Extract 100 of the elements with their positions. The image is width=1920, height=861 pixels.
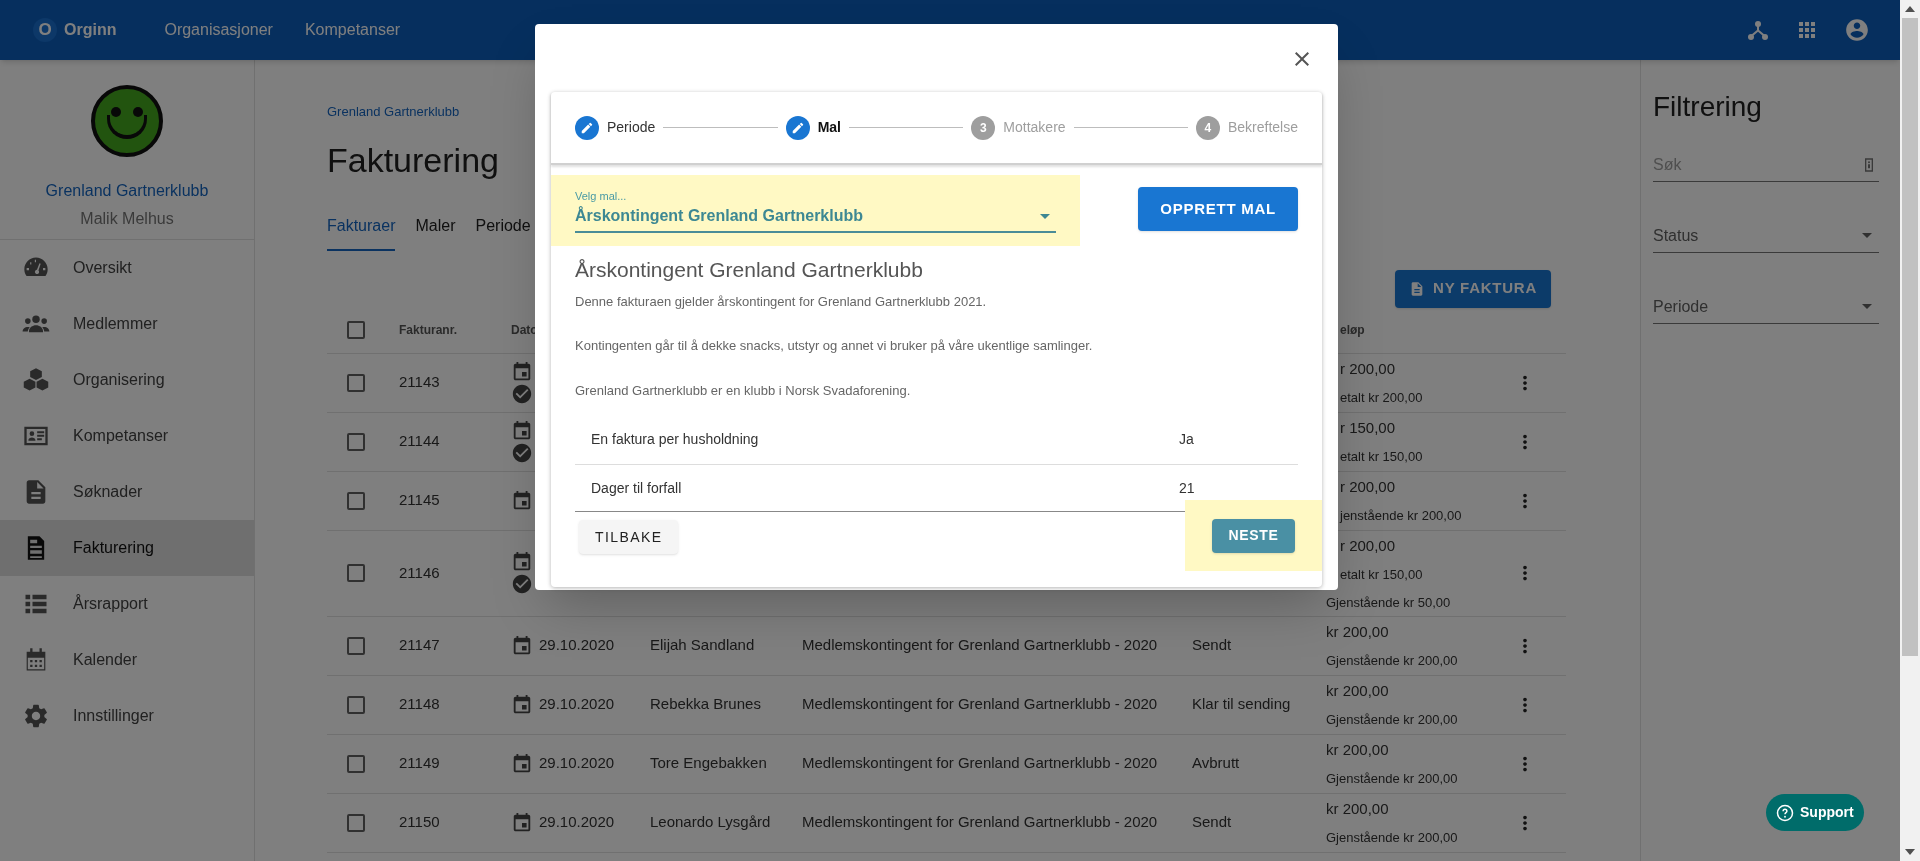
step-number: 3	[971, 115, 996, 140]
table-cell-text: Medlemskontingent for Grenland Gartnerklubb - 2020	[801, 635, 1158, 656]
invoice-number: 21148	[398, 694, 440, 715]
nav-link[interactable]: Organisasjoner	[164, 18, 273, 42]
date-text: 29.10.2020	[539, 635, 615, 656]
checkbox[interactable]	[347, 491, 365, 510]
help-icon	[1776, 803, 1794, 822]
stepper-step[interactable]: 3 Mottakere	[971, 115, 1066, 140]
status-text: Klar til sending	[1191, 694, 1291, 715]
checkbox[interactable]	[347, 813, 365, 832]
table-cell-text: Medlemskontingent for Grenland Gartnerklubb - 2020	[801, 812, 1158, 833]
new-invoice-button[interactable]: NY FAKTURA	[1395, 269, 1551, 308]
date-text: 29.10.2020	[539, 812, 615, 833]
nav-link[interactable]: Kompetanser	[304, 18, 401, 42]
support-button[interactable]: Support	[1766, 794, 1864, 831]
amount-text: jenstående kr 200,00	[1338, 507, 1462, 525]
invoice-number: 21143	[398, 372, 440, 393]
pencil-icon	[575, 115, 599, 140]
status-text: Avbrutt	[1191, 753, 1240, 774]
scrollbar-thumb[interactable]	[1902, 18, 1918, 656]
amount-text: kr 200,00	[1325, 680, 1389, 701]
sidebar-item[interactable]: Innstillinger	[0, 688, 254, 744]
network-icon[interactable]	[1746, 18, 1770, 42]
settings-icon	[22, 702, 50, 730]
sidebar-item[interactable]: Oversikt	[0, 240, 254, 296]
table-cell-text: Medlemskontingent for Grenland Gartnerklubb - 2020	[801, 694, 1158, 715]
dropdown-arrow-icon	[1040, 213, 1050, 219]
stepper-step[interactable]: Mal	[785, 115, 841, 140]
sidebar-item[interactable]: Fakturering	[0, 520, 254, 576]
calendar-icon	[511, 360, 533, 383]
scroll-up-icon[interactable]	[1905, 4, 1915, 14]
table-cell-text: Leonardo Lysgård	[649, 812, 771, 833]
invoice-number: 21144	[398, 431, 440, 452]
invoice-number: 21147	[398, 635, 440, 656]
template-heading: Årskontingent Grenland Gartnerklubb	[575, 257, 924, 283]
select-field[interactable]: Status	[1653, 219, 1879, 253]
sidebar-item[interactable]: Kompetanser	[0, 408, 254, 464]
amount-text: Gjenstående kr 50,00	[1325, 593, 1451, 612]
tab[interactable]: Fakturaer	[327, 213, 396, 251]
checkbox[interactable]	[347, 432, 365, 451]
amount-text: Gjenstående kr 200,00	[1325, 829, 1458, 847]
status-text: Sendt	[1191, 635, 1232, 656]
amount-text: kr 200,00	[1325, 739, 1389, 760]
description-text: Grenland Gartnerklubb er en klubb i Norsk Svadaforening.	[575, 381, 912, 400]
scroll-down-icon[interactable]	[1905, 847, 1915, 857]
column-header: eløp	[1339, 322, 1365, 339]
amount-text: Gjenstående kr 200,00	[1325, 770, 1458, 788]
calendar-icon	[511, 811, 533, 834]
dropdown-arrow-icon	[1862, 304, 1872, 309]
select-field[interactable]: Periode	[1653, 290, 1879, 324]
description-text: Denne fakturaen gjelder årskontingent for Grenland Gartnerklubb 2021.	[575, 292, 988, 311]
org-name[interactable]: Grenland Gartnerklubb	[0, 179, 254, 203]
amount-text: etalt kr 150,00	[1339, 566, 1423, 584]
stepper-step[interactable]: 4 Bekreftelse	[1195, 115, 1298, 140]
sidebar-item[interactable]: Årsrapport	[0, 576, 254, 632]
description-text: Kontingenten går til å dekke snacks, utstyr og annet vi bruker på våre ukentlige samlinger.	[575, 337, 1094, 355]
status-text: Sendt	[1191, 812, 1232, 833]
breadcrumb-link[interactable]: Grenland Gartnerklubb	[327, 102, 460, 122]
amount-text: kr 200,00	[1325, 621, 1389, 642]
calendar-icon	[511, 419, 533, 442]
sidebar-item[interactable]: Søknader	[0, 464, 254, 520]
checkbox[interactable]	[347, 321, 365, 339]
sidebar-item[interactable]: Organisering	[0, 352, 254, 408]
account-icon[interactable]	[1844, 17, 1870, 43]
next-button[interactable]: NESTE	[1212, 518, 1295, 553]
amount-text: r 200,00	[1339, 358, 1396, 379]
calendar-icon	[511, 489, 533, 512]
calendar-icon	[511, 752, 533, 775]
sidebar-item[interactable]: Medlemmer	[0, 296, 254, 352]
invoice-number: 21146	[398, 563, 440, 583]
table-cell-text: Elijah Sandland	[649, 635, 755, 656]
back-button[interactable]: TILBAKE	[579, 520, 679, 554]
table-cell-text: Rebekka Brunes	[649, 694, 761, 715]
amount-text: r 200,00	[1339, 535, 1396, 556]
checkbox[interactable]	[347, 564, 365, 583]
checkbox[interactable]	[347, 754, 365, 773]
amount-text: r 150,00	[1339, 417, 1396, 438]
calendar-icon	[511, 693, 533, 716]
invoice-number: 21150	[398, 812, 440, 833]
pencil-icon	[785, 115, 810, 140]
invoice-number: 21145	[398, 490, 440, 511]
amount-text: Gjenstående kr 200,00	[1325, 652, 1458, 670]
column-header: Fakturanr.	[398, 322, 459, 339]
invoice-number: 21149	[398, 753, 440, 774]
brand-name: Orginn	[64, 20, 117, 40]
dropdown-arrow-icon	[1862, 233, 1872, 238]
checkbox[interactable]	[347, 373, 365, 392]
sidebar-item[interactable]: Kalender	[0, 632, 254, 688]
tab[interactable]: Periode	[475, 213, 531, 251]
create-template-button[interactable]: OPPRETT MAL	[1138, 187, 1298, 231]
table-cell-text: Medlemskontingent for Grenland Gartnerklubb - 2020	[801, 753, 1158, 774]
detail-value: Ja	[1179, 429, 1194, 449]
tab[interactable]: Maler	[415, 213, 456, 251]
checkbox[interactable]	[347, 695, 365, 714]
date-text: 29.10.2020	[539, 753, 615, 774]
stepper-step[interactable]: Periode	[575, 115, 656, 140]
amount-text: kr 200,00	[1325, 798, 1389, 819]
checkbox[interactable]	[347, 636, 365, 655]
user-name: Malik Melhus	[79, 209, 175, 229]
template-select[interactable]: Velg mal... Årskontingent Grenland Gartnerklubb	[575, 187, 1056, 234]
